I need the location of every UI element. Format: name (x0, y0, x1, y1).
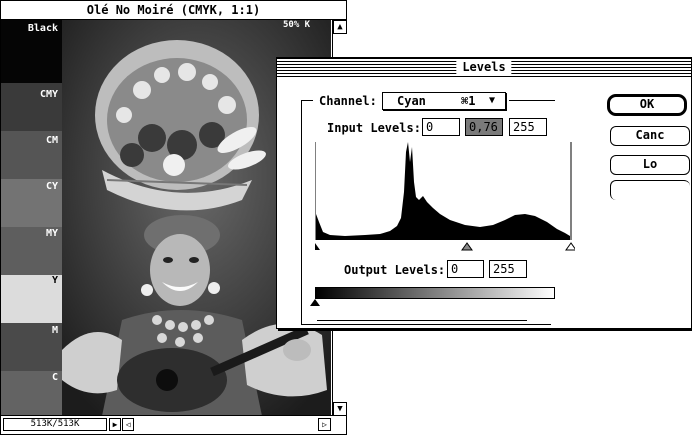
status-popup-arrow-icon[interactable]: ▶ (109, 418, 121, 431)
group-frame-top-left (301, 100, 313, 101)
image-window-title[interactable]: Olé No Moiré (CMYK, 1:1) (1, 1, 346, 20)
input-gamma-slider[interactable] (461, 242, 473, 251)
corner-label: 50% K (283, 20, 311, 30)
scroll-right-arrow-icon[interactable]: ▷ (318, 418, 331, 431)
input-white-field[interactable]: 255 (509, 118, 547, 136)
swatch-column: Black CMY CM CY MY Y M C (1, 20, 62, 416)
status-bar: 513K/513K ▶ ◁ ▷ (1, 415, 346, 434)
levels-title: Levels (456, 59, 512, 75)
input-white-slider[interactable] (565, 242, 575, 251)
channel-value: Cyan (397, 94, 426, 108)
swatch-cmy: CMY (1, 83, 62, 131)
group-frame-left (301, 100, 302, 324)
swatch-m: M (1, 323, 62, 371)
output-black-slider[interactable] (310, 299, 322, 307)
levels-title-bar[interactable]: Levels (277, 58, 691, 77)
channel-label: Channel: (319, 94, 377, 108)
chevron-down-icon: ▼ (489, 95, 496, 106)
load-button[interactable]: Lo (610, 155, 690, 175)
output-gradient-bar (315, 287, 555, 299)
input-levels-label: Input Levels: (327, 121, 421, 135)
channel-shortcut: ⌘1 (461, 94, 476, 108)
swatch-my: MY (1, 227, 62, 275)
swatch-black: Black (1, 20, 62, 83)
document-size-readout[interactable]: 513K/513K (3, 418, 107, 431)
scroll-left-arrow-icon[interactable]: ◁ (122, 418, 134, 431)
divider-line (317, 320, 527, 321)
cancel-button[interactable]: Canc (610, 126, 690, 146)
scroll-up-arrow-icon[interactable]: ▲ (333, 20, 347, 34)
output-black-field[interactable]: 0 (447, 260, 484, 278)
histogram-graph (315, 142, 575, 251)
swatch-c: C (1, 371, 62, 416)
channel-popup[interactable]: Cyan ⌘1 ▼ (382, 92, 506, 110)
swatch-y: Y (1, 275, 62, 323)
ok-button[interactable]: OK (607, 94, 687, 116)
swatch-cy: CY (1, 179, 62, 227)
input-black-slider[interactable] (315, 243, 320, 250)
scroll-down-arrow-icon[interactable]: ▼ (333, 402, 347, 416)
input-black-field[interactable]: 0 (422, 118, 460, 136)
group-frame-bottom (301, 324, 551, 325)
levels-dialog: Levels Channel: Cyan ⌘1 ▼ Input Levels: … (276, 57, 692, 329)
output-white-field[interactable]: 255 (489, 260, 527, 278)
input-gamma-field[interactable]: 0,76 (465, 118, 503, 136)
save-button[interactable] (610, 180, 690, 200)
group-frame-top-right (509, 100, 555, 101)
swatch-cm: CM (1, 131, 62, 179)
output-levels-label: Output Levels: (344, 263, 446, 277)
